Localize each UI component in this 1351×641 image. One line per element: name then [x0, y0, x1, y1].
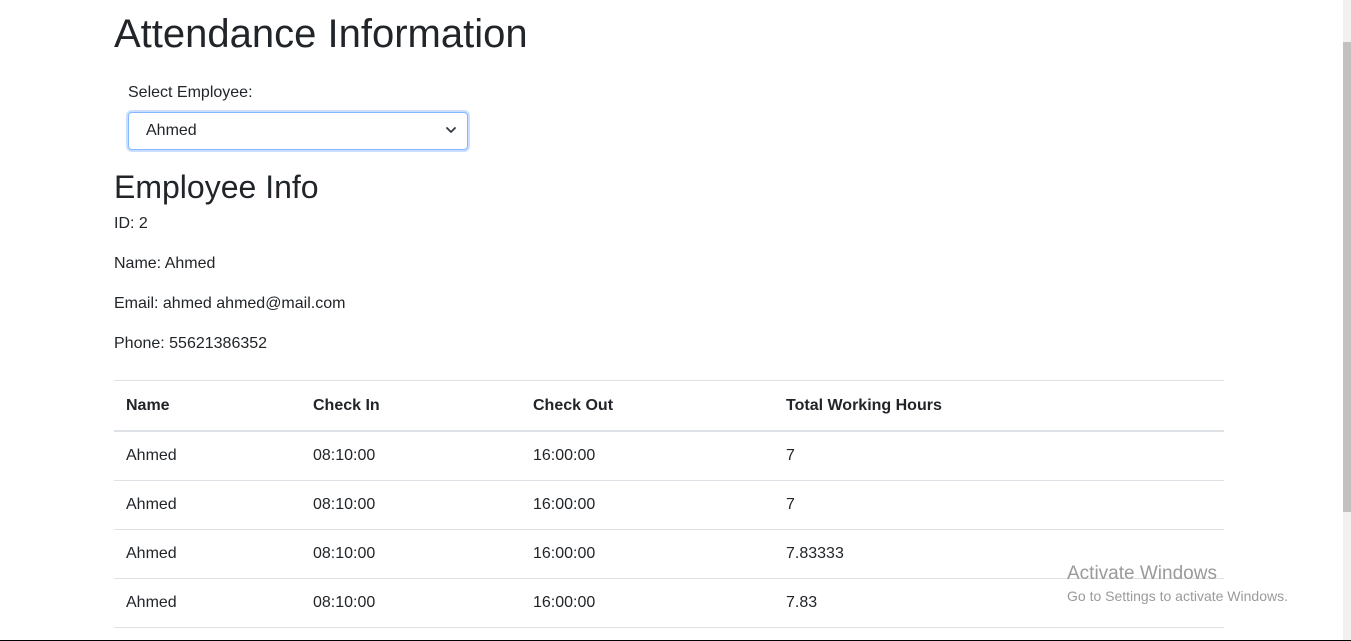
cell-check-in: 08:10:00 — [301, 430, 521, 481]
employee-select-value: Ahmed — [146, 122, 197, 139]
attendance-table: Name Check In Check Out Total Working Ho… — [114, 380, 1224, 628]
page-title: Attendance Information — [114, 12, 528, 56]
page: Attendance Information Select Employee: … — [0, 0, 1351, 641]
watermark-title: Activate Windows — [1067, 563, 1217, 584]
column-header-total-hours: Total Working Hours — [774, 380, 1224, 432]
scrollbar-thumb[interactable] — [1343, 42, 1351, 512]
employee-email: Email: ahmed ahmed@mail.com — [114, 295, 346, 312]
cell-check-out: 16:00:00 — [521, 529, 774, 579]
table-row: Ahmed 08:10:00 16:00:00 7.83333 — [114, 529, 1224, 579]
cell-check-out: 16:00:00 — [521, 480, 774, 530]
column-header-check-in: Check In — [301, 380, 521, 432]
chevron-down-icon — [446, 127, 456, 133]
cell-name: Ahmed — [114, 480, 301, 530]
cell-check-in: 08:10:00 — [301, 529, 521, 579]
cell-check-in: 08:10:00 — [301, 578, 521, 628]
watermark-subtitle: Go to Settings to activate Windows. — [1067, 588, 1288, 604]
table-row: Ahmed 08:10:00 16:00:00 7 — [114, 480, 1224, 530]
cell-name: Ahmed — [114, 578, 301, 628]
table-row: Ahmed 08:10:00 16:00:00 7.83 — [114, 578, 1224, 628]
table-row: Ahmed 08:10:00 16:00:00 7 — [114, 430, 1224, 481]
cell-name: Ahmed — [114, 529, 301, 579]
employee-info-heading: Employee Info — [114, 169, 319, 205]
vertical-scrollbar[interactable] — [1343, 0, 1351, 641]
cell-check-in: 08:10:00 — [301, 480, 521, 530]
employee-select[interactable]: Ahmed — [128, 112, 468, 150]
select-employee-label: Select Employee: — [128, 84, 253, 101]
cell-total-hours: 7 — [774, 430, 1224, 481]
column-header-check-out: Check Out — [521, 380, 774, 432]
cell-total-hours: 7 — [774, 480, 1224, 530]
column-header-name: Name — [114, 380, 301, 432]
table-header-row: Name Check In Check Out Total Working Ho… — [114, 380, 1224, 432]
cell-name: Ahmed — [114, 430, 301, 481]
cell-check-out: 16:00:00 — [521, 430, 774, 481]
cell-check-out: 16:00:00 — [521, 578, 774, 628]
employee-phone: Phone: 55621386352 — [114, 335, 268, 352]
employee-name: Name: Ahmed — [114, 255, 216, 272]
employee-id: ID: 2 — [114, 215, 148, 232]
activate-windows-watermark: Activate Windows Go to Settings to activ… — [1067, 563, 1288, 607]
